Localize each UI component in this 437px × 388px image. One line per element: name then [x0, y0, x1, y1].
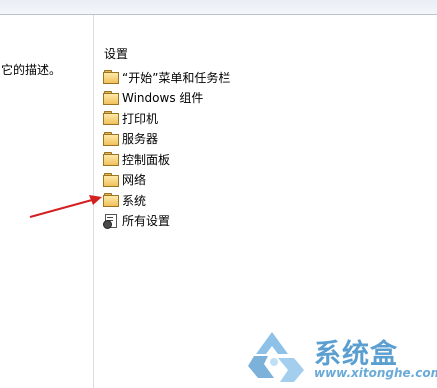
list-item-label: Windows 组件	[122, 91, 204, 106]
list-item-control-panel[interactable]: 控制面板	[103, 149, 230, 170]
list-item-label: 网络	[122, 173, 147, 188]
list-item-label: 打印机	[122, 111, 159, 126]
window-top-bar	[0, 0, 437, 15]
red-arrow-annotation	[29, 195, 102, 218]
settings-icon	[103, 213, 119, 230]
list-item-printers[interactable]: 打印机	[103, 108, 230, 129]
watermark: 系统盒 www.xitonghe.com	[244, 328, 437, 384]
list-item-system[interactable]: 系统	[103, 190, 230, 211]
folder-icon	[103, 111, 119, 126]
description-text: 它的描述。	[1, 63, 62, 77]
list-item-label: 系统	[122, 193, 147, 208]
watermark-url: www.xitonghe.com	[314, 366, 437, 380]
list-item-label: “开始”菜单和任务栏	[122, 70, 231, 85]
xitonghe-logo-icon	[248, 332, 304, 382]
list-item-windows-components[interactable]: Windows 组件	[103, 88, 230, 109]
list-item-label: 所有设置	[122, 214, 171, 229]
list-item-label: 服务器	[122, 132, 159, 147]
folder-icon	[103, 193, 119, 208]
list-item-all-settings[interactable]: 所有设置	[103, 211, 230, 232]
list-item-network[interactable]: 网络	[103, 170, 230, 191]
column-header-settings[interactable]: 设置	[104, 45, 128, 62]
folder-icon	[103, 131, 119, 146]
folder-icon	[103, 172, 119, 187]
policy-editor-window: 它的描述。 设置 “开始”菜单和任务栏 Windows 组件 打印机 服务器 控…	[0, 0, 437, 388]
folder-icon	[103, 152, 119, 167]
folder-icon	[103, 90, 119, 105]
list-item-label: 控制面板	[122, 152, 171, 167]
settings-list: “开始”菜单和任务栏 Windows 组件 打印机 服务器 控制面板 网络 系统…	[103, 67, 230, 231]
folder-icon	[103, 70, 119, 85]
list-item-server[interactable]: 服务器	[103, 129, 230, 150]
list-item-start-menu-taskbar[interactable]: “开始”菜单和任务栏	[103, 67, 230, 88]
